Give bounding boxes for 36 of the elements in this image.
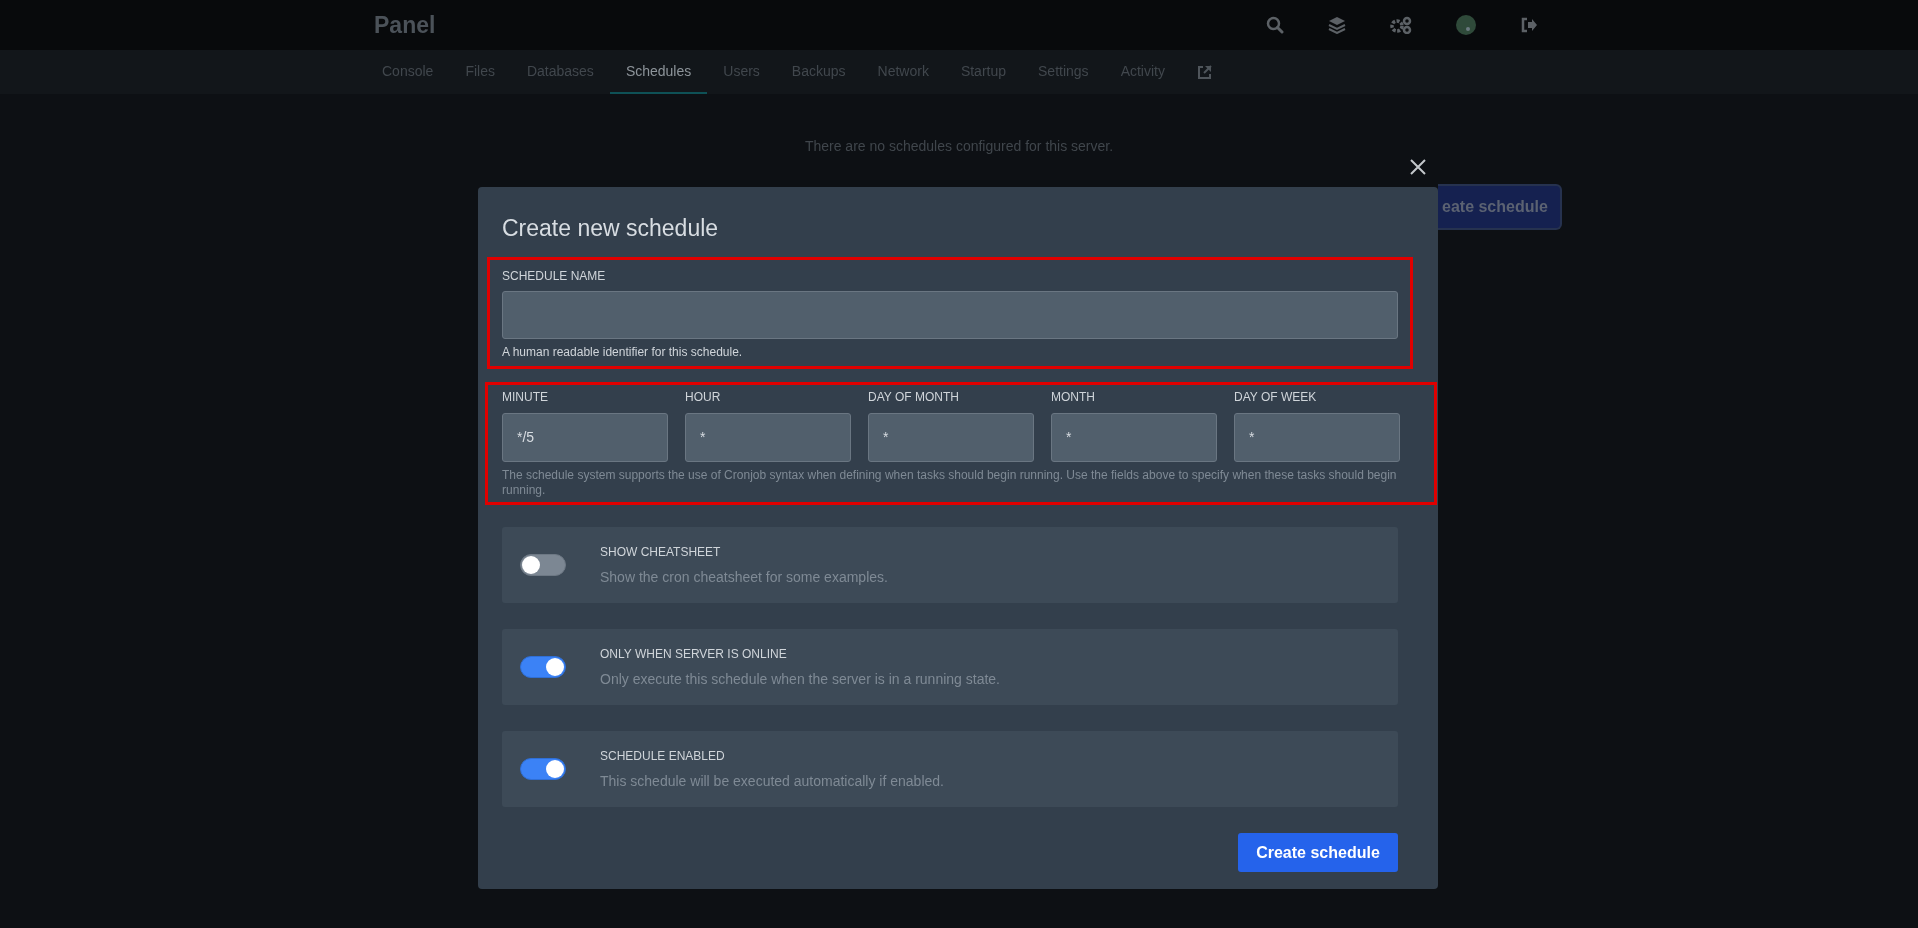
option-title: SCHEDULE ENABLED [600,748,726,764]
cron-input-field[interactable]: */5 [502,413,668,462]
field-label: MINUTE [502,389,549,405]
option-description: Show the cron cheatsheet for some examples. [600,568,888,586]
layers-icon[interactable] [1328,16,1346,34]
field-label: HOUR [685,389,722,405]
create-schedule-button[interactable]: eate schedule [1438,184,1562,230]
schedule-name-field[interactable] [502,291,1398,339]
field-label: DAY OF WEEK [1234,389,1318,405]
logout-icon[interactable] [1520,17,1538,33]
help-text: The schedule system supports the use of Cronjob syntax when defining when tasks should begin running. Use the fields above to specify when these tasks should begin running. [502,468,1398,498]
field-label: DAY OF MONTH [868,389,960,405]
help-text: A human readable identifier for this schedule. [502,344,744,360]
cron-input-field[interactable]: * [868,413,1034,462]
option-title: SHOW CHEATSHEET [600,544,722,560]
cron-input-field[interactable]: * [1234,413,1400,462]
toggle-switch[interactable] [520,758,566,780]
cron-input-field[interactable]: * [685,413,851,462]
cron-input-field[interactable]: * [1051,413,1217,462]
option-description: Only execute this schedule when the server is in a running state. [600,670,1000,688]
option-description: This schedule will be executed automatically if enabled. [600,772,944,790]
external-link-icon[interactable] [1196,64,1212,80]
close-icon[interactable] [1410,159,1426,175]
field-label: MONTH [1051,389,1096,405]
nav-tab[interactable]: Schedules [609,50,708,94]
toggle-switch[interactable] [520,656,566,678]
brand-title[interactable]: Panel [374,7,436,43]
avatar-icon[interactable] [1456,15,1476,35]
option-title: ONLY WHEN SERVER IS ONLINE [600,646,788,662]
cogs-icon[interactable] [1390,16,1412,34]
field-label: SCHEDULE NAME [502,268,607,284]
create-schedule-button[interactable]: Create schedule [1238,833,1398,872]
modal-title: Create new schedule [502,214,720,243]
empty-message: There are no schedules configured for this server. [804,137,1114,156]
toggle-switch[interactable] [520,554,566,576]
search-icon[interactable] [1266,16,1284,34]
